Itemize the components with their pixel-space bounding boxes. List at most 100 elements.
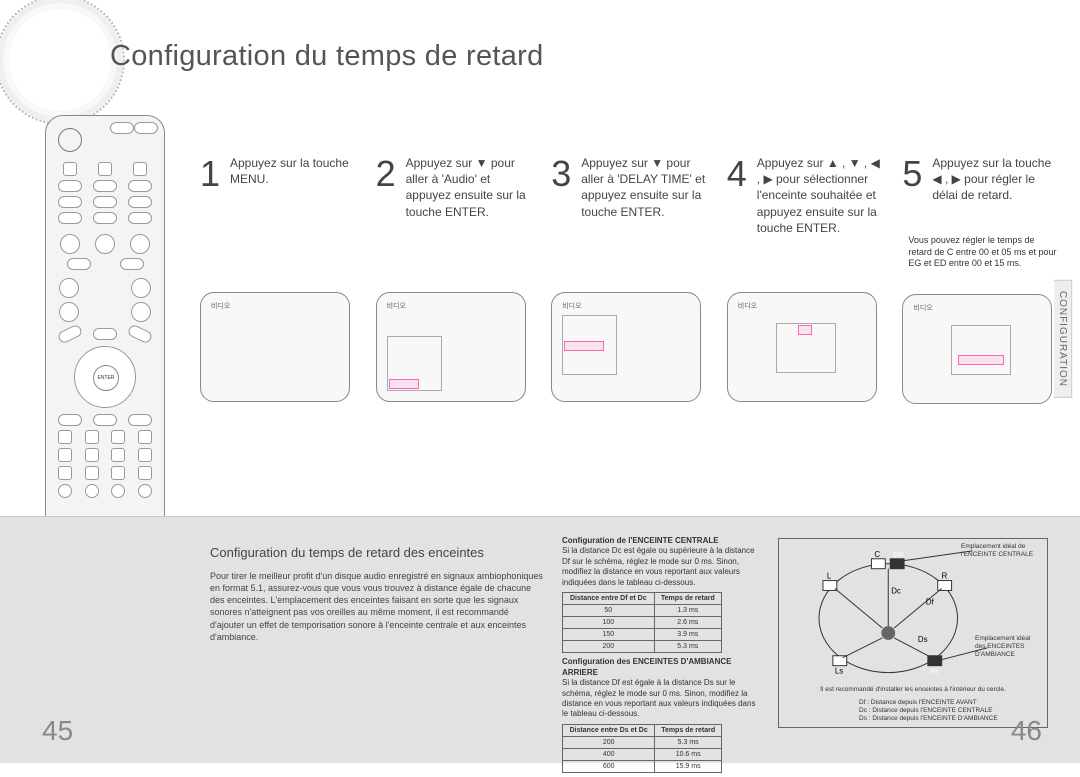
remote-btn (58, 414, 82, 426)
remote-btn (134, 122, 158, 134)
td: 150 (563, 629, 655, 641)
step-3: 3 Appuyez sur ▼ pour aller à 'DELAY TIME… (551, 155, 709, 404)
remote-btn (111, 430, 125, 444)
diag-sw: SW (892, 552, 904, 559)
td: 200 (563, 641, 655, 653)
remote-btn (63, 162, 77, 176)
screen-label: 비디오 (562, 301, 581, 311)
td: 5.3 ms (655, 736, 722, 748)
remote-btn (95, 234, 115, 254)
td: 600 (563, 761, 655, 773)
table-delay-center: Distance entre Df et DcTemps de retard 5… (562, 592, 722, 653)
diagram-footnote: Il est recommandé d'installer les encein… (785, 686, 1041, 693)
td: 50 (563, 605, 655, 617)
step-screen: 비디오 (727, 292, 877, 402)
screen-label: 비디오 (913, 303, 932, 313)
diag-rs: Rs (930, 669, 939, 676)
diag-r: R (942, 572, 948, 581)
remote-btn (120, 258, 144, 270)
center-config-text: Si la distance Dc est égale ou supérieur… (562, 546, 755, 586)
section-subtitle: Configuration du temps de retard des enc… (210, 545, 545, 560)
remote-btn (85, 466, 99, 480)
legend-dc: Dc : Distance depuis l'ENCEINTE CENTRALE (859, 707, 998, 715)
remote-btn (85, 484, 99, 498)
remote-btn (138, 448, 152, 462)
td: 400 (563, 748, 655, 760)
step-screen: 비디오 (551, 292, 701, 402)
step-number: 2 (376, 153, 396, 195)
remote-btn (98, 162, 112, 176)
remote-btn (111, 484, 125, 498)
remote-btn (131, 278, 151, 298)
screen-box (951, 325, 1011, 375)
th: Temps de retard (655, 724, 722, 736)
highlight-icon (564, 341, 604, 351)
step-text: Appuyez sur ▼ pour aller à 'DELAY TIME' … (581, 155, 709, 227)
page-number-left: 45 (42, 715, 73, 747)
highlight-icon (958, 355, 1004, 365)
step-text: Appuyez sur la touche ◀ , ▶ pour régler … (932, 155, 1060, 227)
remote-btn (138, 430, 152, 444)
remote-btn (93, 180, 117, 192)
step-note: Vous pouvez régler le temps de retard de… (908, 235, 1060, 270)
remote-illustration: ENTER (45, 115, 165, 540)
td: 5.3 ms (654, 641, 721, 653)
remote-btn (131, 302, 151, 322)
remote-btn (93, 196, 117, 208)
td: 100 (563, 617, 655, 629)
remote-btn (128, 196, 152, 208)
th: Distance entre Ds et Dc (563, 724, 655, 736)
legend-ds: Ds : Distance depuis l'ENCEINTE D'AMBIAN… (859, 715, 998, 723)
step-number: 4 (727, 153, 747, 195)
diag-ls: Ls (835, 667, 843, 676)
diag-ds: Ds (918, 635, 928, 644)
rear-config-text: Si la distance Df est égale à la distanc… (562, 678, 755, 718)
power-icon (58, 128, 82, 152)
remote-btn (93, 212, 117, 224)
step-screen: 비디오 (376, 292, 526, 402)
diag-dc: Dc (891, 586, 901, 595)
diagram-note-top: Emplacement idéal de l'ENCEINTE CENTRALE (961, 543, 1041, 559)
step-number: 5 (902, 153, 922, 195)
step-text: Appuyez sur ▼ pour aller à 'Audio' et ap… (406, 155, 534, 227)
page-title: Configuration du temps de retard (110, 40, 544, 73)
remote-btn (59, 278, 79, 298)
th: Distance entre Df et Dc (563, 592, 655, 604)
screen-label: 비디오 (211, 301, 230, 311)
remote-btn (127, 323, 154, 344)
diagram-note-right: Emplacement idéal des ENCEINTES D'AMBIAN… (975, 635, 1041, 658)
td: 15.9 ms (655, 761, 722, 773)
step-4: 4 Appuyez sur ▲ , ▼ , ◀ , ▶ pour sélecti… (727, 155, 885, 404)
remote-btn (58, 196, 82, 208)
diag-df: Df (926, 597, 935, 606)
steps-row: 1 Appuyez sur la touche MENU. 비디오 2 Appu… (200, 155, 1060, 404)
remote-btn (58, 180, 82, 192)
center-config-title: Configuration de l'ENCEINTE CENTRALE (562, 536, 719, 545)
step-number: 3 (551, 153, 571, 195)
rear-config-title: Configuration des ENCEINTES D'AMBIANCE A… (562, 657, 731, 676)
remote-btn (128, 212, 152, 224)
enter-btn-label: ENTER (93, 365, 119, 391)
screen-label: 비디오 (738, 301, 757, 311)
remote-btn (128, 180, 152, 192)
remote-btn (138, 466, 152, 480)
td: 1.3 ms (654, 605, 721, 617)
td: 10.6 ms (655, 748, 722, 760)
remote-btn (56, 323, 83, 344)
step-number: 1 (200, 153, 220, 195)
remote-btn (85, 430, 99, 444)
section-body: Pour tirer le meilleur profit d'un disqu… (210, 570, 545, 643)
highlight-icon (798, 325, 812, 335)
remote-btn (93, 328, 117, 340)
remote-btn (58, 484, 72, 498)
side-tab: CONFIGURATION (1054, 280, 1072, 398)
remote-btn (85, 448, 99, 462)
td: 2.6 ms (654, 617, 721, 629)
step-1: 1 Appuyez sur la touche MENU. 비디오 (200, 155, 358, 404)
step-2: 2 Appuyez sur ▼ pour aller à 'Audio' et … (376, 155, 534, 404)
remote-btn (138, 484, 152, 498)
step-5: 5 Appuyez sur la touche ◀ , ▶ pour régle… (902, 155, 1060, 404)
table-delay-rear: Distance entre Ds et DcTemps de retard 2… (562, 724, 722, 773)
remote-btn (58, 212, 82, 224)
remote-btn (58, 430, 72, 444)
